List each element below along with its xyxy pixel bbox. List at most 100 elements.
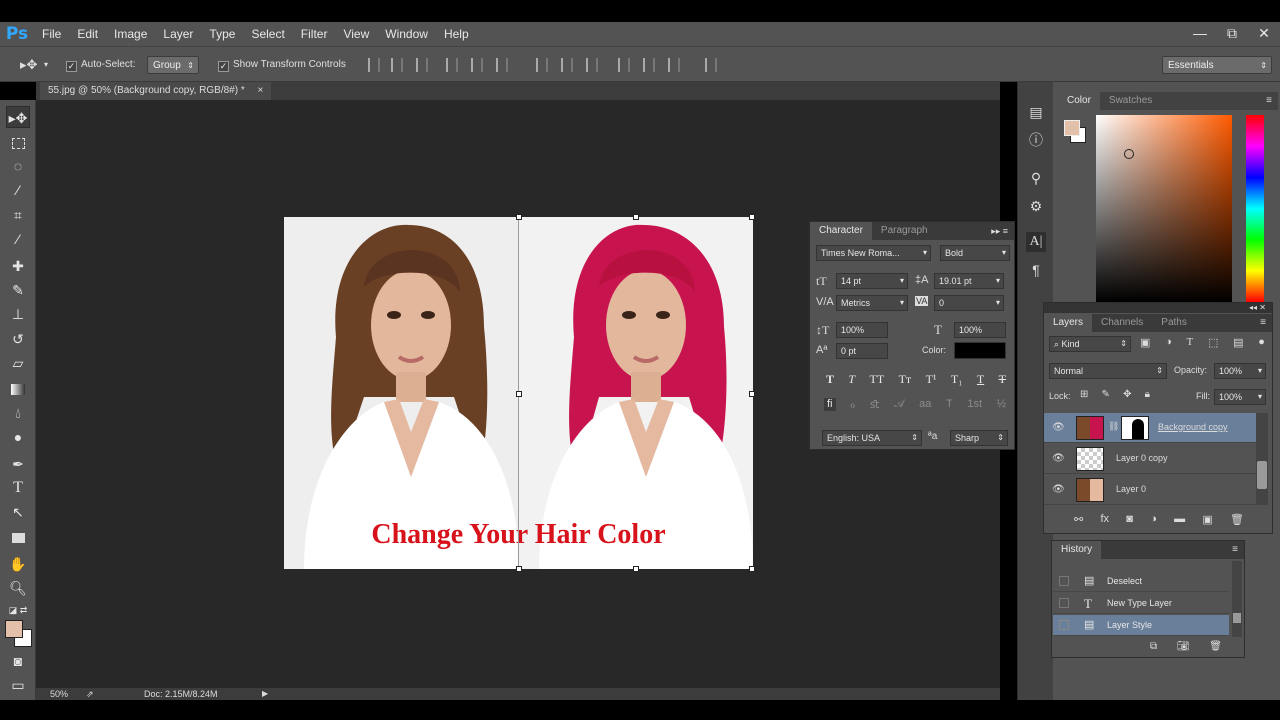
pen-tool-icon[interactable]: ✒ (6, 453, 30, 475)
adjustment-layer-icon[interactable]: ◑ (1150, 513, 1157, 526)
transform-handle-top-right[interactable] (749, 214, 755, 220)
close-tab-icon[interactable]: × (258, 85, 264, 96)
distribute-vcenter-icon[interactable] (561, 58, 573, 72)
panel-menu-icon[interactable]: ≡ (1260, 92, 1278, 110)
add-mask-icon[interactable]: ◙ (1126, 513, 1133, 526)
contextual-alternates-button[interactable]: ﬆ (870, 398, 879, 411)
hand-tool-icon[interactable]: ✋ (6, 553, 30, 575)
dodge-tool-icon[interactable]: ● (6, 426, 30, 448)
filter-smart-object-icon[interactable]: ▤ (1233, 336, 1243, 349)
font-size-field[interactable]: 14 pt ▾ (836, 273, 908, 289)
panel-menu-icon[interactable]: ≡ (1226, 541, 1244, 559)
history-item-new-type-layer[interactable]: T New Type Layer (1053, 593, 1229, 614)
quick-select-tool-icon[interactable]: ⁄ (6, 179, 30, 201)
blur-tool-icon[interactable]: 💧︎ (6, 402, 30, 424)
align-left-icon[interactable] (446, 58, 458, 72)
transform-handle-right[interactable] (749, 391, 755, 397)
new-document-from-state-icon[interactable]: ⧉ (1150, 641, 1157, 652)
blend-mode-select[interactable]: Normal ⇕ (1049, 363, 1167, 379)
tab-color[interactable]: Color (1058, 92, 1100, 110)
gradient-tool-icon[interactable] (6, 377, 30, 399)
distribute-hcenter-icon[interactable] (643, 58, 655, 72)
layer-style-icon[interactable]: fx (1100, 513, 1109, 526)
align-vcenter-icon[interactable] (391, 58, 403, 72)
distribute-right-icon[interactable] (668, 58, 680, 72)
history-snapshot-checkbox[interactable] (1059, 576, 1069, 586)
all-caps-button[interactable]: TT (870, 372, 885, 387)
minimize-button[interactable]: — (1184, 22, 1216, 46)
lock-position-icon[interactable]: ✥ (1123, 389, 1131, 400)
transform-handle-top-left[interactable] (516, 214, 522, 220)
eyedropper-tool-icon[interactable]: ⁄ (6, 228, 30, 250)
tab-swatches[interactable]: Swatches (1100, 92, 1161, 110)
history-scrollbar[interactable] (1232, 561, 1242, 637)
language-select[interactable]: English: USA ⇕ (822, 430, 922, 446)
visibility-eye-icon[interactable]: 👁︎ (1052, 422, 1065, 433)
filter-type-icon[interactable]: T (1187, 336, 1194, 349)
filter-toggle-icon[interactable]: ● (1258, 336, 1265, 349)
zoom-level[interactable]: 50% (50, 688, 68, 700)
color-picker-cursor[interactable] (1124, 149, 1134, 159)
histogram-icon[interactable]: ▤ (1026, 102, 1046, 122)
ordinals-button[interactable]: 1st (967, 398, 982, 411)
eraser-tool-icon[interactable]: ▱ (6, 352, 30, 374)
path-selection-tool-icon[interactable]: ↖ (6, 501, 30, 523)
lasso-tool-icon[interactable]: ◌ (6, 155, 30, 177)
menu-help[interactable]: Help (436, 22, 477, 46)
subscript-button[interactable]: T₁ (951, 372, 963, 387)
menu-file[interactable]: File (34, 22, 69, 46)
align-hcenter-icon[interactable] (471, 58, 483, 72)
font-style-select[interactable]: Bold ▾ (940, 245, 1010, 261)
status-menu-arrow-icon[interactable]: ▶ (262, 688, 268, 700)
align-right-icon[interactable] (496, 58, 508, 72)
workspace-dropdown[interactable]: Essentials ⇕ (1162, 56, 1272, 74)
move-tool-icon[interactable]: ▸✥ (6, 106, 30, 128)
kerning-field[interactable]: Metrics ▾ (836, 295, 908, 311)
leading-field[interactable]: 19.01 pt ▾ (934, 273, 1004, 289)
delete-state-icon[interactable]: 🗑︎ (1209, 641, 1222, 652)
tab-channels[interactable]: Channels (1092, 314, 1152, 332)
delete-layer-icon[interactable]: 🗑︎ (1230, 513, 1244, 526)
foreground-color-swatch[interactable] (5, 620, 23, 638)
swash-button[interactable]: 𝒜 (894, 398, 904, 411)
lock-pixels-icon[interactable]: ✎ (1102, 389, 1110, 400)
transform-handle-top[interactable] (633, 214, 639, 220)
auto-select-checkbox[interactable]: ✓ Auto-Select: (66, 56, 135, 74)
panel-menu-icon[interactable]: ▸▸ ≡ (985, 222, 1014, 240)
filter-pixel-icon[interactable]: ▣ (1140, 336, 1150, 349)
auto-align-icon[interactable] (705, 58, 717, 72)
layer-filter-select[interactable]: ⌕ Kind ⇕ (1049, 336, 1131, 352)
crop-tool-icon[interactable]: ⌗ (6, 204, 30, 226)
menu-edit[interactable]: Edit (69, 22, 106, 46)
menu-window[interactable]: Window (377, 22, 436, 46)
character-panel-icon[interactable]: A| (1026, 232, 1046, 252)
fractions-button[interactable]: ½ (997, 398, 1006, 411)
layer-name[interactable]: Layer 0 (1116, 484, 1146, 494)
chain-link-icon[interactable]: ⛓ (1108, 421, 1119, 432)
zoom-tool-icon[interactable]: 🔍︎ (6, 577, 30, 599)
tool-preset-chevron-icon[interactable]: ▾ (44, 56, 48, 74)
tracking-field[interactable]: 0 ▾ (934, 295, 1004, 311)
filter-adjustment-icon[interactable]: ◑ (1165, 336, 1172, 349)
menu-select[interactable]: Select (243, 22, 292, 46)
visibility-eye-icon[interactable]: 👁︎ (1052, 484, 1065, 495)
new-group-icon[interactable]: ▬ (1174, 513, 1185, 526)
stylistic-alternates-button[interactable]: aa (919, 398, 931, 411)
menu-image[interactable]: Image (106, 22, 155, 46)
align-bottom-icon[interactable] (416, 58, 428, 72)
layer-name[interactable]: Background copy (1158, 422, 1228, 432)
swap-colors-icon[interactable]: ◪ ⇄ (6, 599, 30, 621)
transform-handle-bottom-left[interactable] (516, 566, 522, 572)
restore-button[interactable]: ⧉ (1216, 22, 1248, 46)
layer-name[interactable]: Layer 0 copy (1116, 453, 1168, 463)
screen-mode-icon[interactable]: ▭ (6, 674, 30, 696)
hue-slider[interactable] (1246, 115, 1264, 302)
quick-mask-icon[interactable]: ◙ (6, 650, 30, 672)
menu-layer[interactable]: Layer (155, 22, 201, 46)
history-item-layer-style[interactable]: ▤ Layer Style (1053, 615, 1229, 636)
paragraph-panel-icon[interactable]: ¶ (1026, 260, 1046, 280)
text-color-swatch[interactable] (954, 342, 1006, 359)
color-fg-swatch[interactable] (1064, 120, 1080, 136)
strikethrough-button[interactable]: T (999, 372, 1006, 387)
history-item-deselect[interactable]: ▤ Deselect (1053, 571, 1229, 592)
